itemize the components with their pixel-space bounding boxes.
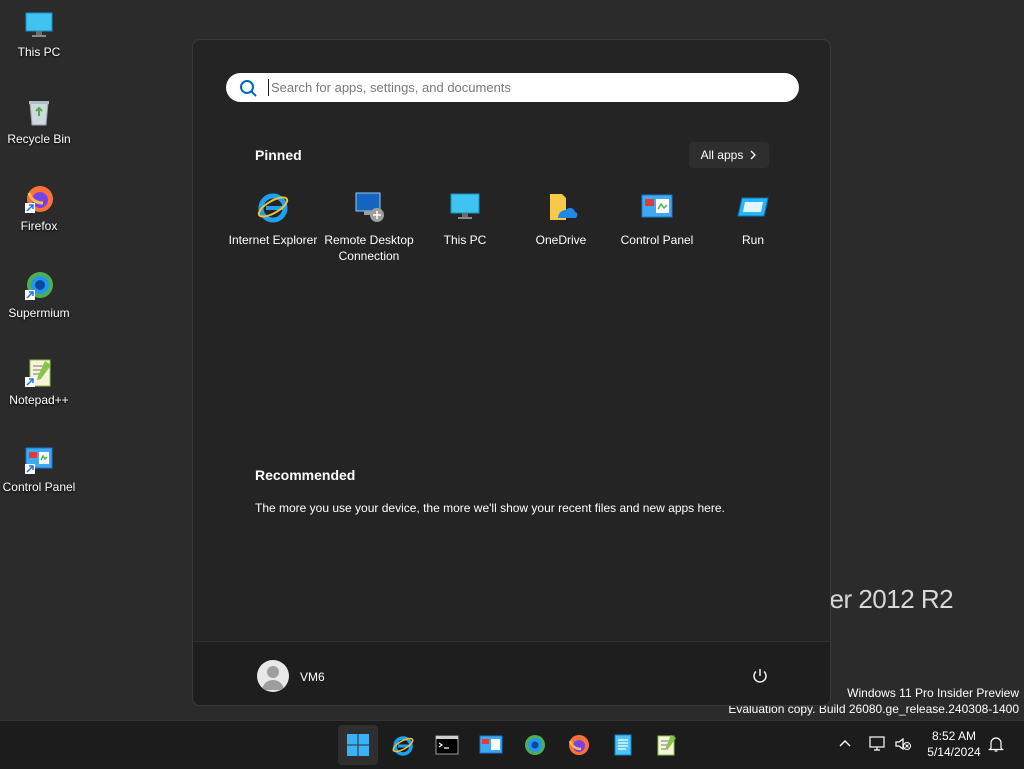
start-footer: VM6 [193, 641, 830, 705]
onedrive-icon [550, 194, 578, 220]
desktop-icon-notepad-plus-plus[interactable]: Notepad++ [0, 357, 78, 407]
supermium-icon [525, 735, 545, 755]
recommended-title: Recommended [255, 467, 356, 483]
chevron-up-icon[interactable] [836, 735, 854, 753]
pinned-label: OneDrive [535, 233, 587, 247]
pinned-label: Run [741, 233, 764, 247]
taskbar: 8:52 AM 5/14/2024 [0, 720, 1024, 769]
recycle-bin-icon [29, 101, 49, 126]
windows-logo-icon [347, 734, 369, 756]
control-panel-icon [25, 447, 53, 474]
search-input[interactable] [268, 79, 773, 96]
notepad-plus-plus-icon [657, 735, 676, 756]
desktop-icon-firefox[interactable]: Firefox [0, 183, 78, 233]
pinned-run[interactable]: Run [705, 190, 801, 248]
clock-date: 5/14/2024 [927, 745, 981, 759]
pinned-control-panel[interactable]: Control Panel [609, 190, 705, 248]
user-icon [262, 666, 284, 690]
volume-muted-icon[interactable] [894, 735, 912, 753]
network-icon[interactable] [868, 735, 886, 753]
desktop-icon-supermium[interactable]: Supermium [0, 270, 78, 320]
all-apps-button[interactable]: All apps [689, 142, 769, 168]
taskbar-control-panel[interactable] [471, 725, 511, 765]
internet-explorer-icon [257, 193, 289, 223]
notepad-plus-plus-icon [25, 359, 51, 387]
notification-bell-icon[interactable] [987, 735, 1005, 753]
desktop-icon-control-panel[interactable]: Control Panel [0, 444, 78, 494]
pinned-remote-desktop[interactable]: Remote Desktop Connection [321, 190, 417, 264]
recommended-empty-text: The more you use your device, the more w… [255, 501, 725, 515]
taskbar-supermium[interactable] [515, 725, 555, 765]
control-panel-icon [479, 735, 503, 754]
chevron-right-icon [750, 150, 757, 160]
supermium-icon [25, 272, 53, 300]
desktop-icon-label: Supermium [8, 306, 70, 320]
internet-explorer-icon [392, 736, 414, 756]
taskbar-notepad[interactable] [603, 725, 643, 765]
user-name[interactable]: VM6 [300, 670, 325, 684]
pinned-title: Pinned [255, 147, 302, 163]
run-icon [737, 197, 769, 217]
pinned-this-pc[interactable]: This PC [417, 190, 513, 248]
start-menu: Pinned All apps Internet Explorer Remote… [192, 39, 831, 706]
remote-desktop-icon [355, 192, 384, 222]
firefox-icon [568, 735, 589, 755]
pinned-label: Internet Explorer [228, 233, 318, 247]
command-prompt-icon [435, 735, 459, 755]
desktop-icon-recycle-bin[interactable]: Recycle Bin [0, 96, 78, 146]
control-panel-icon [641, 194, 673, 218]
server-watermark: ver 2012 R2 [817, 584, 954, 614]
clock-time: 8:52 AM [931, 729, 977, 743]
pinned-internet-explorer[interactable]: Internet Explorer [225, 190, 321, 248]
desktop-icon-label: This PC [17, 45, 61, 59]
pinned-label: Control Panel [620, 233, 694, 247]
pinned-label: Remote Desktop Connection [324, 233, 414, 263]
desktop-icon-label: Firefox [20, 219, 58, 233]
desktop-icon-this-pc[interactable]: This PC [0, 9, 78, 59]
start-button[interactable] [338, 725, 378, 765]
this-pc-icon [450, 193, 480, 219]
firefox-icon [25, 186, 53, 213]
taskbar-notepad-plus-plus[interactable] [647, 725, 687, 765]
search-box[interactable] [226, 73, 799, 102]
this-pc-icon [25, 12, 53, 37]
taskbar-firefox[interactable] [559, 725, 599, 765]
search-icon [240, 79, 257, 97]
desktop-icon-label: Control Panel [2, 480, 76, 494]
pinned-onedrive[interactable]: OneDrive [513, 190, 609, 248]
desktop-icon-label: Recycle Bin [7, 132, 71, 146]
power-icon[interactable] [751, 667, 769, 685]
notepad-icon [614, 734, 632, 756]
desktop-icon-label: Notepad++ [9, 393, 69, 407]
all-apps-label: All apps [700, 148, 744, 162]
pinned-label: This PC [443, 233, 487, 247]
clock[interactable]: 8:52 AM 5/14/2024 [918, 728, 990, 760]
avatar[interactable] [257, 660, 289, 692]
taskbar-command-prompt[interactable] [427, 725, 467, 765]
taskbar-internet-explorer[interactable] [383, 725, 423, 765]
